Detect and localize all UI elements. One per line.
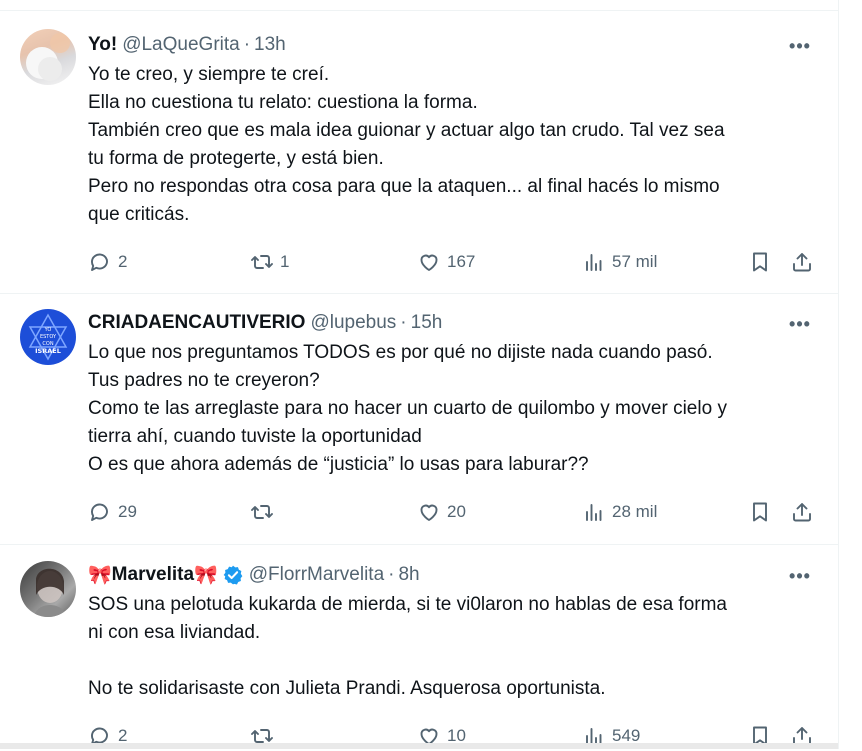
views-button[interactable]: 57 mil <box>582 247 657 277</box>
bookmark-icon <box>753 252 767 272</box>
more-options-icon[interactable]: ••• <box>788 567 812 593</box>
action-bar: 29 20 28 mil <box>88 497 818 527</box>
separator-dot: · <box>400 312 407 333</box>
user-handle[interactable]: @FlorrMarvelita <box>249 564 384 586</box>
heart-icon <box>420 504 438 521</box>
bookmark-button[interactable] <box>748 247 772 277</box>
page-margin <box>839 0 862 749</box>
tweet-text-line: Pero no respondas otra cosa para que la … <box>88 176 720 197</box>
ribbon-emoji: 🎀 <box>88 565 112 586</box>
tweet-text-line: ni con esa liviandad. <box>88 622 261 643</box>
tweet-text-line: No te solidarisaste con Julieta Prandi. … <box>88 678 606 699</box>
bookmark-button[interactable] <box>748 497 772 527</box>
verified-badge-icon <box>223 565 243 585</box>
tweet-text-line: Ella no cuestiona tu relato: cuestiona l… <box>88 92 478 113</box>
views-icon <box>586 254 602 271</box>
tweet-header: Yo! @LaQueGrita · 13h <box>88 33 286 57</box>
bookmark-icon <box>753 502 767 522</box>
tweet-text-line: SOS una pelotuda kukarda de mierda, si t… <box>88 594 727 615</box>
share-button[interactable] <box>790 497 814 527</box>
ribbon-emoji: 🎀 <box>194 565 218 586</box>
views-button[interactable]: 28 mil <box>582 497 657 527</box>
separator-dot: · <box>388 564 395 585</box>
reply-icon <box>91 503 108 521</box>
views-count: 28 mil <box>612 502 658 521</box>
tweet-text-line: Lo que nos preguntamos TODOS es por qué … <box>88 342 713 363</box>
timestamp[interactable]: 13h <box>254 34 286 56</box>
avatar-text: YO <box>44 327 52 333</box>
retweet-count: 1 <box>280 252 290 271</box>
tweet-text-line: También creo que es mala idea guionar y … <box>88 120 725 141</box>
action-bar: 2 1 167 57 mil <box>88 247 818 277</box>
reply-count: 2 <box>118 252 128 271</box>
avatar-text: ISRAEL <box>35 347 61 355</box>
display-name[interactable]: Marvelita <box>112 564 194 586</box>
tweet-text-line: Yo te creo, y siempre te creí. <box>88 64 330 85</box>
share-icon <box>793 503 811 522</box>
tweet-text-line: Como te las arreglaste para no hacer un … <box>88 398 727 419</box>
tweet-text-line: tu forma de protegerte, y está bien. <box>88 148 384 169</box>
tweet-header: CRIADAENCAUTIVERIO @lupebus · 15h <box>88 311 442 335</box>
tweet-text: Yo te creo, y siempre te creí. Ella no c… <box>88 61 818 229</box>
timeline-feed: Yo! @LaQueGrita · 13h ••• Yo te creo, y … <box>0 0 839 749</box>
horizontal-scrollbar[interactable] <box>0 743 838 749</box>
heart-icon <box>420 254 438 271</box>
reply-button[interactable]: 2 <box>88 247 127 277</box>
views-icon <box>586 504 602 521</box>
tweet[interactable]: YO ESTOY CON ISRAEL CRIADAENCAUTIVERIO @… <box>0 293 838 545</box>
tweet-text-line: tierra ahí, cuando tuviste la oportunida… <box>88 426 422 447</box>
like-count: 20 <box>447 502 466 521</box>
share-icon <box>793 253 811 272</box>
timestamp[interactable]: 15h <box>411 312 443 334</box>
reply-button[interactable]: 29 <box>88 497 137 527</box>
like-count: 167 <box>447 252 476 271</box>
timestamp[interactable]: 8h <box>398 564 419 586</box>
display-name[interactable]: CRIADAENCAUTIVERIO <box>88 312 305 334</box>
avatar-text: ESTOY <box>40 334 57 340</box>
tweet-text: SOS una pelotuda kukarda de mierda, si t… <box>88 591 818 703</box>
tweet-text: Lo que nos preguntamos TODOS es por qué … <box>88 339 818 479</box>
more-options-icon[interactable]: ••• <box>788 315 812 341</box>
views-count: 57 mil <box>612 252 658 271</box>
tweet[interactable]: 🎀 Marvelita 🎀 @FlorrMarvelita · 8h ••• S… <box>0 545 838 749</box>
retweet-button[interactable]: 1 <box>250 247 289 277</box>
tweet-text-line: que criticás. <box>88 204 190 225</box>
tweet-text-line: O es que ahora además de “justicia” lo u… <box>88 454 589 475</box>
share-button[interactable] <box>790 247 814 277</box>
separator-dot: · <box>243 34 251 55</box>
like-button[interactable]: 167 <box>417 247 475 277</box>
reply-count: 29 <box>118 502 137 521</box>
retweet-icon <box>251 505 273 519</box>
display-name[interactable]: Yo! <box>88 34 117 56</box>
avatar[interactable] <box>20 561 76 617</box>
avatar[interactable]: YO ESTOY CON ISRAEL <box>20 309 76 365</box>
user-handle[interactable]: @LaQueGrita <box>122 34 240 56</box>
like-button[interactable]: 20 <box>417 497 466 527</box>
user-handle[interactable]: @lupebus <box>310 312 396 334</box>
tweet-text-line: Tus padres no te creyeron? <box>88 370 320 391</box>
avatar[interactable] <box>20 29 76 85</box>
tweet-header: 🎀 Marvelita 🎀 @FlorrMarvelita · 8h <box>88 563 420 587</box>
tweet[interactable]: Yo! @LaQueGrita · 13h ••• Yo te creo, y … <box>0 10 838 294</box>
retweet-icon <box>251 255 273 269</box>
reply-icon <box>91 253 108 271</box>
more-options-icon[interactable]: ••• <box>788 37 812 63</box>
retweet-button[interactable] <box>250 497 280 527</box>
